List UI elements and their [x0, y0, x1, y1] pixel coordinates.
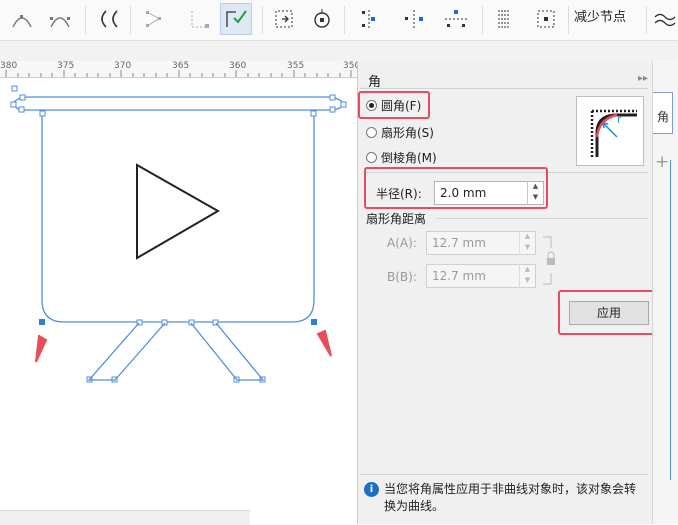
select-nodes-icon[interactable]	[530, 3, 562, 35]
corner-preview: r	[576, 96, 644, 166]
reduce-nodes-button[interactable]: 减少节点	[574, 0, 626, 38]
left-leg-shape	[87, 322, 166, 381]
property-bar-strip	[0, 41, 678, 61]
ruler-label: 365	[172, 61, 190, 71]
ruler-label: 380	[0, 61, 18, 71]
play-triangle-shape	[136, 163, 221, 260]
option-scallop-corner-label: 扇形角(S)	[381, 125, 434, 140]
preview-radius-label: r	[617, 113, 622, 126]
screen-outline	[41, 113, 315, 323]
corner-node-icon[interactable]	[220, 3, 252, 35]
canvas-horizontal-scrollbar[interactable]	[0, 510, 250, 525]
top-bar-shape	[11, 96, 345, 111]
cusp-node-icon[interactable]	[92, 3, 124, 35]
scallop-heading: 扇形角距离	[366, 212, 427, 226]
ruler-label: 375	[57, 61, 75, 71]
info-message: 当您将角属性应用于非曲线对象时，该对象会转换为曲线。	[384, 482, 637, 513]
extend-curve-icon[interactable]	[184, 3, 216, 35]
tab-corner-label: 角	[656, 110, 669, 124]
lock-link-icon[interactable]	[541, 236, 557, 286]
highlight-radius	[364, 167, 548, 209]
reverse-curve-icon[interactable]	[268, 3, 300, 35]
annotation-arrow-right	[316, 329, 332, 357]
annotation-arrow-left	[35, 334, 48, 363]
curve-tool-icon[interactable]	[6, 3, 38, 35]
distance-a-stepper[interactable]: ▲ ▼	[519, 231, 535, 255]
distance-a-label: A(A):	[387, 236, 417, 250]
ruler-label: 360	[229, 61, 247, 71]
align-left-icon[interactable]	[352, 3, 384, 35]
radio-scallop-corner[interactable]	[366, 126, 377, 138]
arc-tool-icon[interactable]	[44, 3, 76, 35]
add-docker-icon[interactable]: +	[655, 152, 669, 172]
option-chamfer-corner[interactable]: 倒棱角(M)	[366, 148, 437, 166]
ruler-label: 350	[343, 61, 357, 71]
align-horizontal-icon[interactable]	[440, 3, 472, 35]
right-leg-shape	[190, 322, 265, 381]
drawing-canvas[interactable]	[0, 78, 357, 524]
wave-icon[interactable]	[650, 3, 678, 35]
ruler-label: 370	[114, 61, 132, 71]
node-align-icon[interactable]	[138, 3, 170, 35]
radio-chamfer-corner[interactable]	[366, 151, 377, 163]
distance-b-label: B(B):	[387, 270, 417, 284]
info-icon: i	[364, 482, 379, 497]
docker-expand-icon[interactable]: ▸▸	[638, 73, 648, 84]
docker-accent-line	[670, 160, 671, 480]
highlight-round-option	[358, 91, 430, 119]
distribute-icon[interactable]	[488, 3, 520, 35]
node-toolbar: 减少节点	[0, 0, 678, 41]
align-center-icon[interactable]	[398, 3, 430, 35]
highlight-apply	[558, 290, 658, 335]
elastic-mode-icon[interactable]	[306, 3, 338, 35]
ruler-label: 355	[287, 61, 305, 71]
distance-b-stepper[interactable]: ▲ ▼	[519, 264, 535, 288]
horizontal-ruler[interactable]: 380 375 370 365 360 355 350	[0, 61, 357, 78]
option-chamfer-corner-label: 倒棱角(M)	[381, 150, 437, 165]
option-scallop-corner[interactable]: 扇形角(S)	[366, 123, 434, 141]
